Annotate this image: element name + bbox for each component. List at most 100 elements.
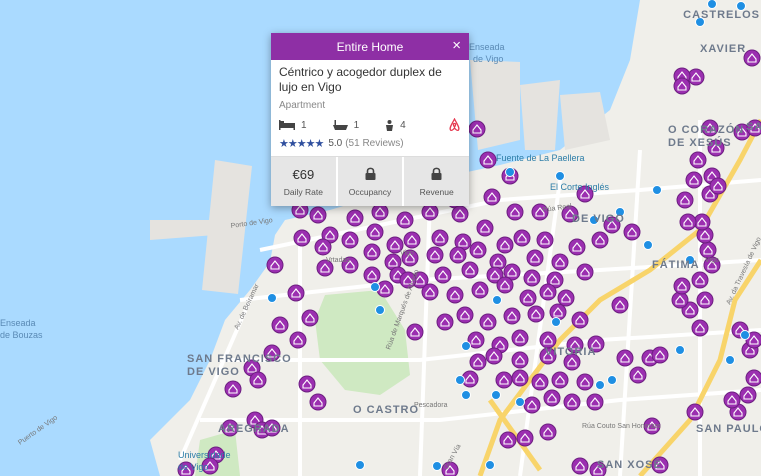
listing-pin[interactable]: [551, 253, 569, 271]
listing-pin[interactable]: [499, 431, 517, 449]
listing-pin[interactable]: [571, 311, 589, 329]
poi-marker[interactable]: [555, 171, 565, 181]
listing-pin[interactable]: [483, 188, 501, 206]
revenue-metric[interactable]: Revenue: [404, 157, 470, 206]
listing-pin[interactable]: [563, 393, 581, 411]
listing-pin[interactable]: [568, 238, 586, 256]
listing-pin[interactable]: [699, 241, 717, 259]
listing-pin[interactable]: [289, 331, 307, 349]
listing-pin[interactable]: [531, 373, 549, 391]
listing-pin[interactable]: [616, 349, 634, 367]
listing-pin[interactable]: [511, 351, 529, 369]
listing-pin[interactable]: [591, 231, 609, 249]
listing-pin[interactable]: [689, 151, 707, 169]
listing-pin[interactable]: [673, 277, 691, 295]
listing-pin[interactable]: [685, 171, 703, 189]
poi-marker[interactable]: [461, 341, 471, 351]
listing-pin[interactable]: [611, 296, 629, 314]
listing-pin[interactable]: [536, 231, 554, 249]
listing-pin[interactable]: [309, 393, 327, 411]
listing-pin[interactable]: [723, 391, 741, 409]
listing-pin[interactable]: [301, 309, 319, 327]
listing-pin[interactable]: [676, 191, 694, 209]
poi-marker[interactable]: [370, 282, 380, 292]
listing-pin[interactable]: [526, 249, 544, 267]
listing-pin[interactable]: [426, 246, 444, 264]
listing-pin[interactable]: [224, 380, 242, 398]
listing-pin[interactable]: [543, 389, 561, 407]
listing-pin[interactable]: [745, 369, 761, 387]
listing-pin[interactable]: [309, 206, 327, 224]
listing-pin[interactable]: [469, 241, 487, 259]
listing-pin[interactable]: [461, 261, 479, 279]
listing-pin[interactable]: [511, 329, 529, 347]
listing-pin[interactable]: [673, 77, 691, 95]
poi-marker[interactable]: [595, 380, 605, 390]
poi-marker[interactable]: [607, 375, 617, 385]
listing-pin[interactable]: [363, 266, 381, 284]
listing-pin[interactable]: [436, 313, 454, 331]
listing-pin[interactable]: [451, 205, 469, 223]
listing-pin[interactable]: [287, 284, 305, 302]
poi-marker[interactable]: [491, 390, 501, 400]
poi-marker[interactable]: [485, 460, 495, 470]
listing-pin[interactable]: [686, 403, 704, 421]
listing-pin[interactable]: [249, 371, 267, 389]
poi-marker[interactable]: [355, 460, 365, 470]
poi-marker[interactable]: [675, 345, 685, 355]
listing-pin[interactable]: [434, 266, 452, 284]
listing-pin[interactable]: [266, 256, 284, 274]
listing-pin[interactable]: [314, 238, 332, 256]
listing-pin[interactable]: [586, 393, 604, 411]
listing-pin[interactable]: [446, 286, 464, 304]
poi-marker[interactable]: [515, 397, 525, 407]
poi-marker[interactable]: [505, 167, 515, 177]
listing-title[interactable]: Céntrico y acogedor duplex de lujo en Vi…: [279, 65, 461, 95]
listing-pin[interactable]: [523, 396, 541, 414]
listing-pin[interactable]: [709, 177, 727, 195]
listing-pin[interactable]: [511, 369, 529, 387]
listing-pin[interactable]: [298, 375, 316, 393]
listing-pin[interactable]: [557, 289, 575, 307]
listing-pin[interactable]: [406, 323, 424, 341]
poi-marker[interactable]: [725, 355, 735, 365]
listing-pin[interactable]: [629, 366, 647, 384]
listing-pin[interactable]: [495, 371, 513, 389]
listing-pin[interactable]: [691, 319, 709, 337]
listing-pin[interactable]: [571, 457, 589, 475]
poi-marker[interactable]: [643, 240, 653, 250]
listing-pin[interactable]: [506, 203, 524, 221]
listing-pin[interactable]: [363, 243, 381, 261]
listing-pin[interactable]: [431, 229, 449, 247]
listing-pin[interactable]: [679, 213, 697, 231]
listing-pin[interactable]: [403, 231, 421, 249]
poi-marker[interactable]: [375, 305, 385, 315]
poi-marker[interactable]: [707, 0, 717, 9]
listing-pin[interactable]: [421, 203, 439, 221]
listing-pin[interactable]: [293, 229, 311, 247]
listing-pin[interactable]: [576, 373, 594, 391]
listing-pin[interactable]: [471, 281, 489, 299]
listing-pin[interactable]: [696, 291, 714, 309]
poi-marker[interactable]: [461, 390, 471, 400]
listing-pin[interactable]: [271, 316, 289, 334]
listing-pin[interactable]: [396, 211, 414, 229]
poi-marker[interactable]: [652, 185, 662, 195]
listing-pin[interactable]: [469, 353, 487, 371]
listing-pin[interactable]: [496, 276, 514, 294]
close-icon[interactable]: ×: [452, 37, 461, 54]
listing-pin[interactable]: [516, 429, 534, 447]
poi-marker[interactable]: [551, 317, 561, 327]
listing-pin[interactable]: [671, 291, 689, 309]
listing-pin[interactable]: [479, 313, 497, 331]
listing-pin[interactable]: [366, 223, 384, 241]
listing-pin[interactable]: [341, 231, 359, 249]
listing-pin[interactable]: [523, 269, 541, 287]
poi-marker[interactable]: [432, 461, 442, 471]
poi-marker[interactable]: [455, 375, 465, 385]
listing-pin[interactable]: [551, 371, 569, 389]
listing-pin[interactable]: [476, 219, 494, 237]
listing-pin[interactable]: [456, 306, 474, 324]
listing-pin[interactable]: [623, 223, 641, 241]
listing-pin[interactable]: [513, 229, 531, 247]
